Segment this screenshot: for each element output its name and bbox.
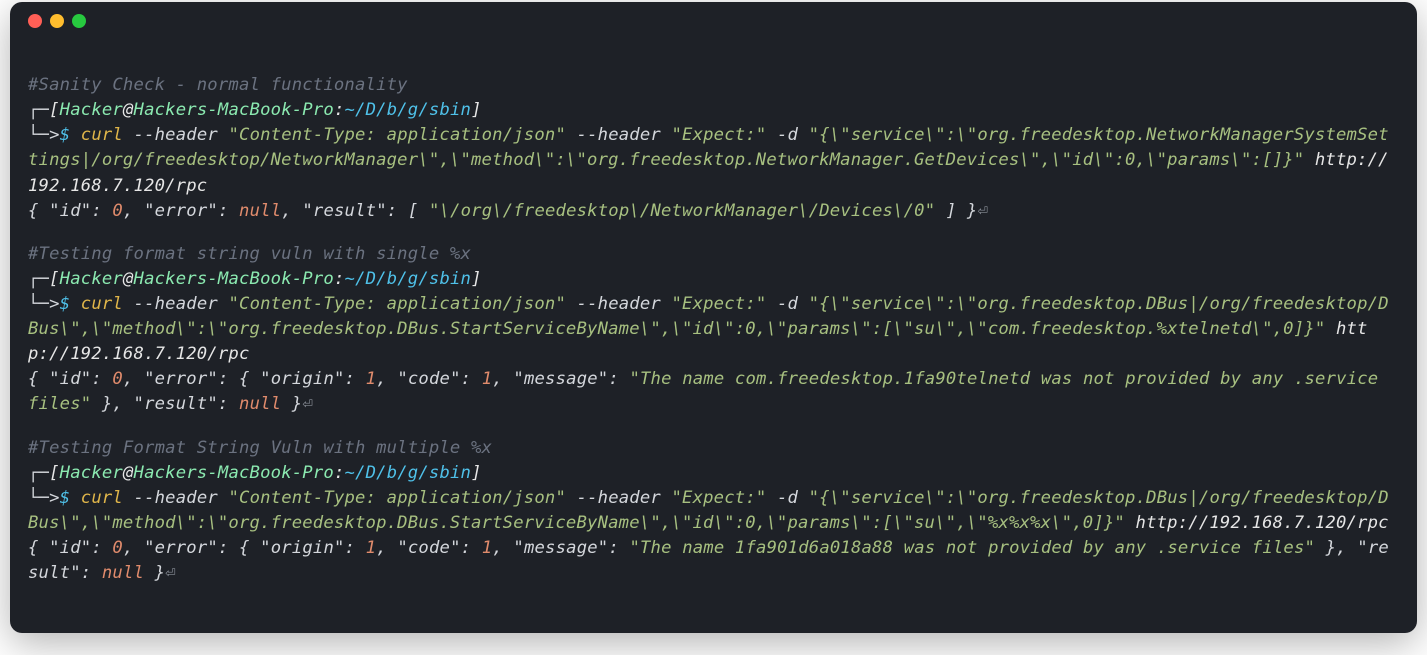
prompt-close-bracket: ]: [471, 100, 482, 120]
titlebar: [10, 2, 1417, 40]
return-icon: ⏎: [977, 201, 988, 221]
comment-line: #Sanity Check - normal functionality: [28, 75, 408, 95]
return-icon: ⏎: [302, 394, 313, 414]
command-name: curl: [81, 125, 123, 145]
response-line: {: [28, 369, 49, 389]
header-value: "Content-Type: application/json": [228, 125, 566, 145]
terminal-body[interactable]: #Sanity Check - normal functionality ┌─[…: [10, 40, 1417, 633]
block-spacer: [28, 224, 1399, 242]
close-icon[interactable]: [28, 14, 42, 28]
prompt-tree-top: ┌─: [28, 100, 49, 120]
response-line: {: [28, 201, 49, 221]
prompt-at: @: [123, 100, 134, 120]
prompt-dollar: $: [60, 125, 71, 145]
prompt-tree-bot: └─>: [28, 125, 60, 145]
prompt-path: ~/D/b/g/sbin: [345, 100, 472, 120]
comment-line: #Testing format string vuln with single …: [28, 244, 471, 264]
block-spacer: [28, 418, 1399, 436]
comment-line: #Testing Format String Vuln with multipl…: [28, 438, 492, 458]
prompt-user: Hacker: [60, 100, 123, 120]
prompt-host: Hackers-MacBook-Pro: [134, 100, 334, 120]
response-line: {: [28, 538, 49, 558]
zoom-icon[interactable]: [72, 14, 86, 28]
terminal-window: #Sanity Check - normal functionality ┌─[…: [10, 2, 1417, 633]
command-flag: --header: [123, 125, 228, 145]
prompt-open-bracket: [: [49, 100, 60, 120]
return-icon: ⏎: [165, 563, 176, 583]
minimize-icon[interactable]: [50, 14, 64, 28]
